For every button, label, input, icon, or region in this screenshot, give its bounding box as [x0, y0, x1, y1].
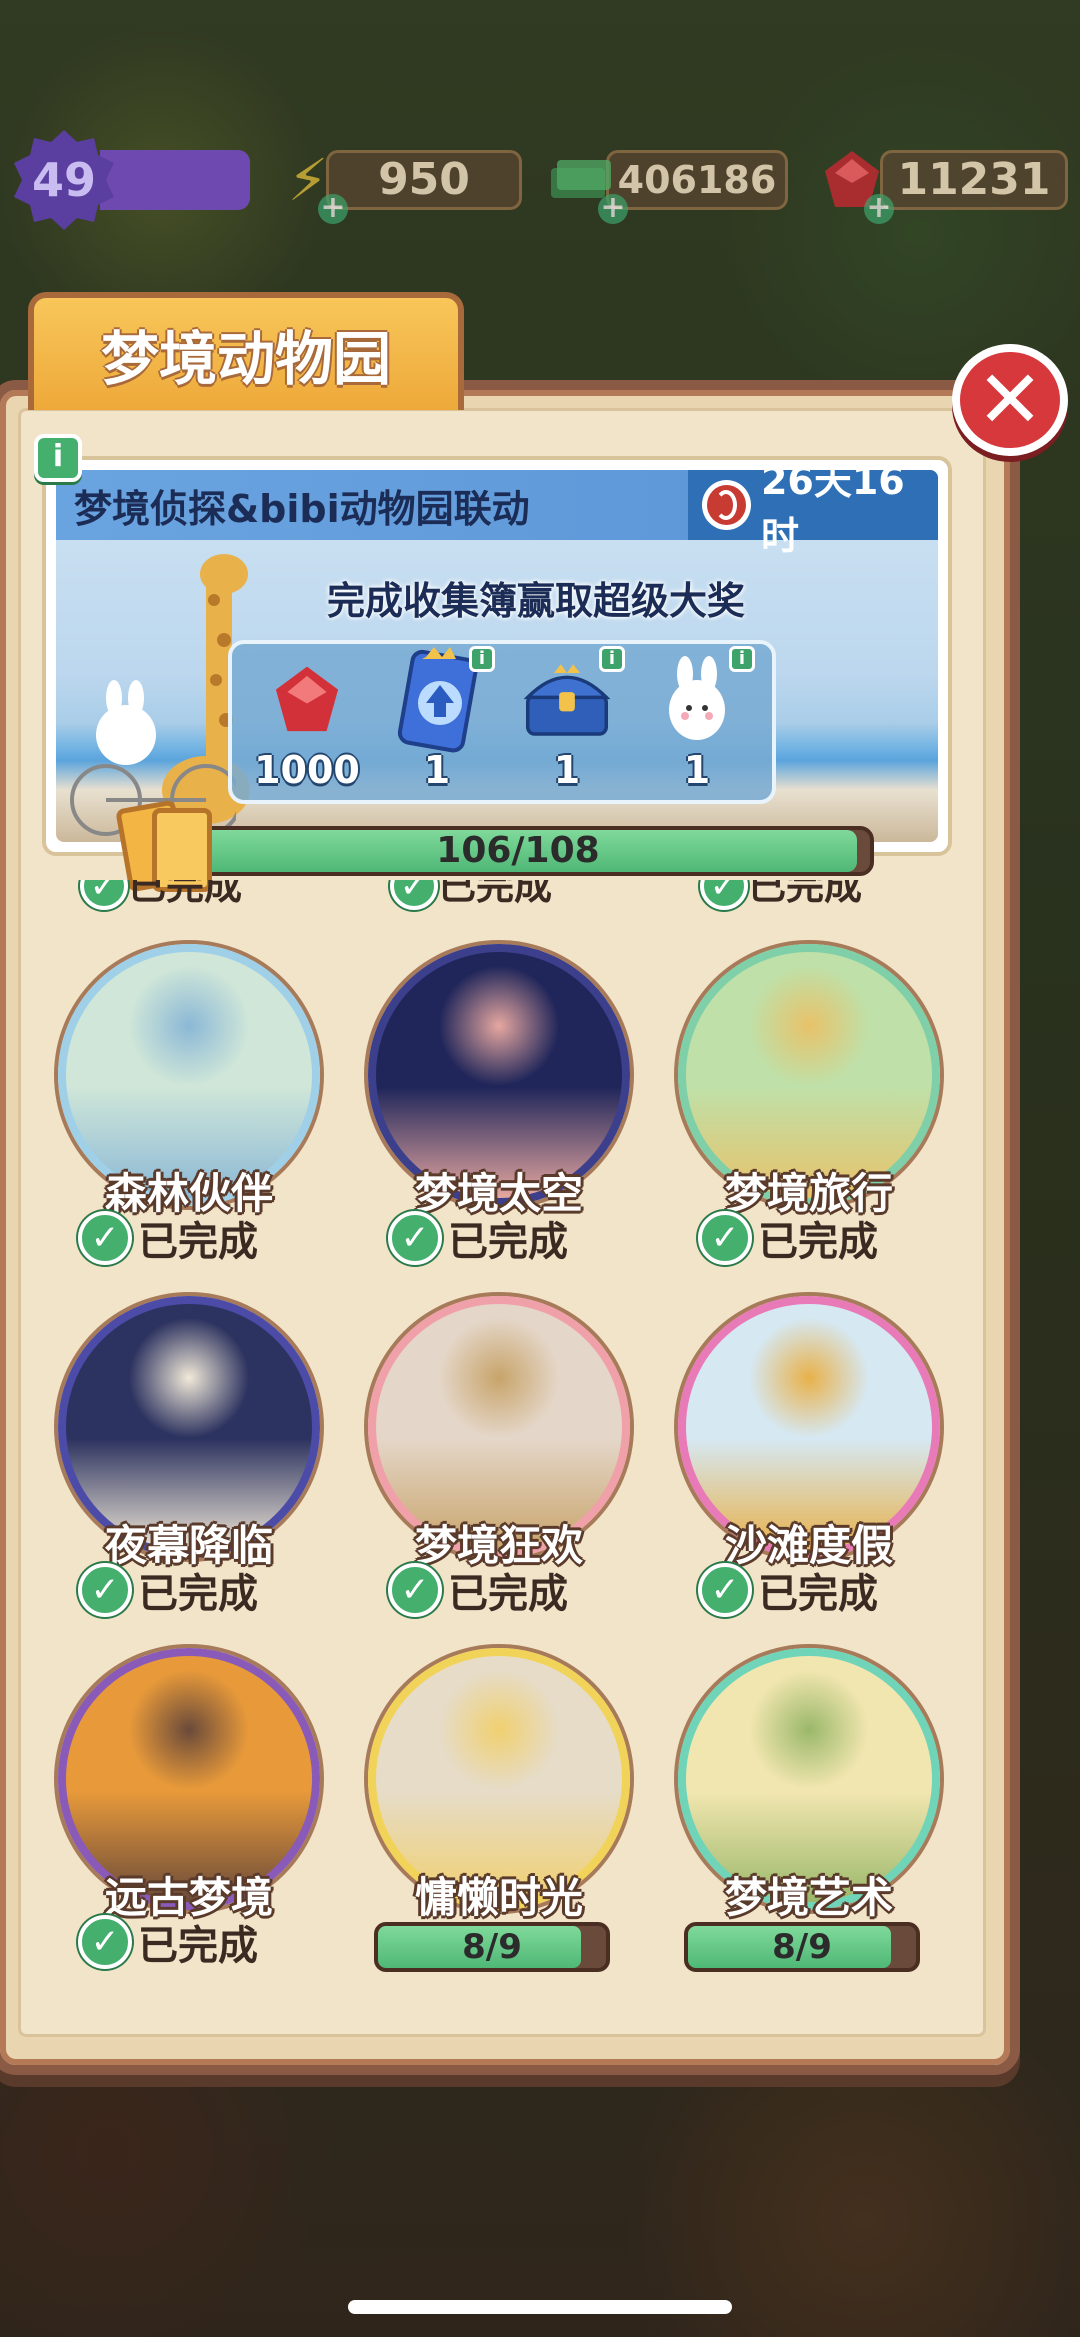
album-item[interactable]: 远古梦境 ✓ 已完成: [54, 1648, 324, 1978]
album-status-text: 已完成: [138, 1571, 258, 1617]
album-status-text: 已完成: [758, 1219, 878, 1265]
collection-progress-bar: 106/108: [162, 826, 874, 876]
ruby-gem-icon: [259, 652, 355, 748]
album-status-text: 已完成: [758, 1571, 878, 1617]
album-status: ✓ 已完成: [388, 1210, 568, 1266]
reward-item[interactable]: i 1: [507, 642, 627, 792]
gem-counter: 11231: [880, 150, 1068, 210]
album-status-text: 已完成: [448, 1219, 568, 1265]
info-button[interactable]: i: [34, 434, 82, 482]
album-progress-bar: 8/9: [374, 1922, 610, 1972]
reward-item[interactable]: i 1: [377, 642, 497, 792]
album-title: 梦境艺术: [724, 1873, 893, 1922]
event-banner: 梦境侦探&bibi动物园联动 26天16时 完成收集簿赢取超级大奖 1000 i…: [42, 456, 952, 856]
event-timer: 26天16时: [688, 470, 938, 558]
reward-item[interactable]: 1000: [247, 642, 367, 792]
add-energy-button[interactable]: +: [318, 193, 348, 224]
reward-info-button[interactable]: i: [599, 646, 625, 672]
clock-icon: [702, 480, 751, 530]
reward-list: 1000 i 1 i 1 i 1: [228, 640, 776, 804]
album-status: ✓ 已完成: [698, 1210, 878, 1266]
close-button[interactable]: ✕: [952, 344, 1068, 456]
reward-info-button[interactable]: i: [469, 646, 495, 672]
album-status: ✓ 已完成: [78, 1210, 258, 1266]
album-status: ✓ 已完成: [78, 1562, 258, 1618]
reward-item[interactable]: i 1: [637, 642, 757, 792]
album-status: ✓ 已完成: [698, 1562, 878, 1618]
add-gems-button[interactable]: +: [864, 193, 894, 224]
check-icon: ✓: [390, 880, 438, 910]
check-icon: ✓: [80, 880, 128, 910]
album-item[interactable]: 夜幕降临 ✓ 已完成: [54, 1296, 324, 1626]
peek-status: ✓ 已完成: [80, 880, 300, 910]
album-grid: ✓ 已完成 ✓ 已完成 ✓ 已完成 森林伙伴 ✓ 已完成 梦境太空 ✓ 已完成 梦境旅行 ✓ 已完成夜…: [50, 880, 950, 1990]
check-icon: ✓: [700, 880, 748, 910]
banner-illustration: 梦境侦探&bibi动物园联动 26天16时 完成收集簿赢取超级大奖 1000 i…: [56, 470, 938, 842]
timer-text: 26天16时: [760, 470, 905, 558]
peek-status: ✓ 已完成: [700, 880, 920, 910]
close-icon: ✕: [976, 353, 1044, 446]
check-icon: ✓: [388, 1563, 442, 1617]
album-status: ✓ 已完成: [388, 1562, 568, 1618]
peek-status: ✓ 已完成: [390, 880, 610, 910]
level-badge[interactable]: 49: [14, 130, 114, 230]
reward-info-button[interactable]: i: [729, 646, 755, 672]
album-item[interactable]: 慵懒时光 8/9: [364, 1648, 634, 1978]
level-progress-bar: [100, 150, 250, 210]
check-icon: ✓: [78, 1211, 132, 1265]
album-progress-text: 8/9: [462, 1927, 522, 1967]
reward-count: 1: [423, 748, 451, 792]
reward-count: 1: [683, 748, 711, 792]
album-progress-text: 8/9: [772, 1927, 832, 1967]
album-status-text: 已完成: [448, 1571, 568, 1617]
energy-counter: 950: [326, 150, 522, 210]
hud-bar: 49 950 ⚡ + 406186 + 11231 +: [0, 128, 1080, 230]
home-indicator[interactable]: [348, 2300, 732, 2314]
album-title: 慵懒时光: [414, 1873, 583, 1922]
album-status-text: 已完成: [138, 1219, 258, 1265]
check-icon: ✓: [78, 1915, 132, 1969]
cash-counter: 406186: [606, 150, 788, 210]
event-subtitle: 完成收集簿赢取超级大奖: [326, 579, 745, 623]
album-item[interactable]: 森林伙伴 ✓ 已完成: [54, 944, 324, 1274]
reward-count: 1000: [254, 748, 360, 792]
check-icon: ✓: [698, 1211, 752, 1265]
check-icon: ✓: [78, 1563, 132, 1617]
album-item[interactable]: 梦境太空 ✓ 已完成: [364, 944, 634, 1274]
panel-title-tab: 梦境动物园: [28, 292, 464, 410]
album-item[interactable]: 梦境艺术 8/9: [674, 1648, 944, 1978]
check-icon: ✓: [388, 1211, 442, 1265]
album-item[interactable]: 沙滩度假 ✓ 已完成: [674, 1296, 944, 1626]
album-item[interactable]: 梦境旅行 ✓ 已完成: [674, 944, 944, 1274]
album-status-text: 已完成: [138, 1923, 258, 1969]
check-icon: ✓: [698, 1563, 752, 1617]
reward-count: 1: [553, 748, 581, 792]
album-item[interactable]: 梦境狂欢 ✓ 已完成: [364, 1296, 634, 1626]
album-status: ✓ 已完成: [78, 1914, 258, 1970]
event-title: 梦境侦探&bibi动物园联动: [74, 486, 530, 531]
collection-progress-text: 106/108: [436, 830, 600, 871]
album-progress-bar: 8/9: [684, 1922, 920, 1972]
add-cash-button[interactable]: +: [598, 193, 628, 224]
